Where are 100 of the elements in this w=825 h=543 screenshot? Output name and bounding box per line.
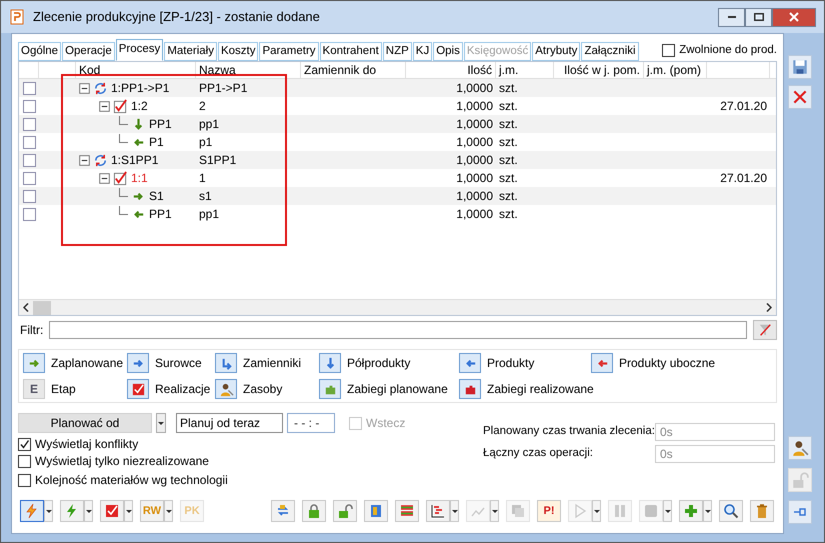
tab[interactable]: NZP [382, 42, 412, 61]
dropdown-button[interactable] [663, 500, 672, 522]
maximize-button[interactable] [745, 8, 772, 26]
tree-line [119, 206, 128, 214]
row-checkbox[interactable] [22, 136, 36, 148]
tab[interactable]: Opis [433, 42, 463, 61]
toolbar-button[interactable] [426, 500, 450, 522]
table-cell-text: 1,0000 [455, 80, 494, 97]
legend-label: Zabiegi planowane [347, 381, 448, 398]
dropdown-button[interactable] [84, 500, 93, 522]
dropdown-button[interactable] [703, 500, 712, 522]
collapse-icon[interactable] [79, 154, 90, 166]
table-cell-text: szt. [498, 98, 519, 115]
checkbox[interactable] [662, 44, 676, 57]
tab[interactable]: KJ [412, 42, 432, 61]
time-field[interactable]: - - : - [287, 413, 335, 433]
filter-label: Filtr: [19, 322, 44, 339]
table-cell-text: 27.01.20 [719, 170, 768, 187]
plan-from-button[interactable]: Planować od [18, 413, 152, 433]
checkbox-label: Wyświetlaj konflikty [35, 436, 138, 453]
checkbox[interactable] [18, 474, 31, 486]
tree-line [119, 188, 128, 196]
close-icon [791, 88, 809, 106]
scroll-left-icon[interactable] [23, 303, 29, 312]
table-cell-text: szt. [498, 134, 519, 151]
checkbox[interactable] [18, 454, 31, 468]
horizontal-scrollbar[interactable] [19, 299, 776, 315]
tab[interactable]: Materiały [164, 42, 217, 61]
table-cell-text: pp1 [198, 206, 220, 223]
row-code: PP1 [149, 116, 172, 133]
trash-icon [754, 503, 770, 519]
dropdown-button[interactable] [44, 500, 53, 522]
refresh-icon [93, 152, 108, 168]
table-cell-text: S1PP1 [198, 152, 238, 169]
collapse-icon[interactable] [79, 82, 90, 94]
dropdown-button[interactable] [164, 500, 173, 522]
checkbox-label: Wstecz [366, 415, 406, 432]
caret-icon [492, 510, 498, 512]
scrollbar-thumb[interactable] [33, 300, 51, 314]
tab[interactable]: Parametry [259, 42, 319, 61]
close-button[interactable] [772, 8, 816, 26]
duration-field: 0s [655, 445, 775, 463]
dropdown-button[interactable] [450, 500, 459, 522]
table-cell-text: szt. [498, 188, 519, 205]
minimize-button[interactable] [718, 8, 745, 26]
dropdown-button[interactable] [490, 500, 499, 522]
row-checkbox[interactable] [22, 190, 36, 202]
table-cell-text: pp1 [198, 116, 220, 133]
table-cell-text: szt. [498, 80, 519, 97]
copy-icon [510, 503, 526, 519]
table-cell-text: szt. [498, 116, 519, 133]
save-button[interactable] [788, 55, 812, 79]
collapse-icon[interactable] [99, 172, 110, 184]
column-header: Ilość w j. pom. [554, 62, 644, 78]
checkbox-label: Kolejność materiałów wg technologii [35, 472, 228, 489]
table-cell-text: s1 [198, 188, 213, 205]
legend-label: Zabiegi realizowane [487, 381, 594, 398]
row-checkbox[interactable] [22, 82, 36, 94]
caret-icon [126, 510, 132, 512]
tab[interactable]: Załączniki [581, 42, 639, 61]
caret-icon [86, 510, 92, 512]
table-cell-text: 1,0000 [455, 134, 494, 151]
tab[interactable]: Kontrahent [320, 42, 382, 61]
toolbar-button[interactable] [788, 436, 812, 460]
cancel-button[interactable] [788, 85, 812, 109]
legend-label: Półprodukty [347, 355, 410, 372]
search-icon [723, 503, 739, 519]
plan-mode-field[interactable]: Planuj od teraz [176, 413, 283, 433]
dropdown-button[interactable] [592, 500, 601, 522]
tab[interactable]: Procesy [116, 39, 164, 61]
refresh-icon [93, 80, 108, 96]
row-checkbox[interactable] [22, 154, 36, 166]
tab[interactable]: Atrybuty [532, 42, 580, 61]
caret-icon [452, 510, 458, 512]
tab[interactable]: Koszty [218, 42, 258, 61]
pin-button[interactable] [788, 500, 812, 524]
filter-field[interactable] [49, 321, 747, 339]
toolbar-button[interactable]: P! [537, 500, 561, 522]
row-checkbox[interactable] [22, 100, 36, 112]
column-header: Zamiennik do [301, 62, 406, 78]
maximize-icon [754, 13, 764, 21]
field-label: Łączny czas operacji: [483, 446, 594, 462]
checkbox-icon [130, 382, 146, 396]
dropdown-button[interactable] [124, 500, 133, 522]
checkbox-icon [104, 503, 120, 519]
checkbox[interactable] [18, 438, 31, 450]
toolbar-button[interactable] [719, 500, 743, 522]
dropdown-button[interactable] [156, 413, 166, 433]
scroll-right-icon[interactable] [766, 303, 772, 312]
collapse-icon[interactable] [99, 100, 110, 112]
row-checkbox[interactable] [22, 208, 36, 220]
table-cell-text: PP1->P1 [198, 80, 248, 97]
row-code: S1 [149, 188, 164, 205]
save-icon [791, 58, 809, 76]
clear-filter-button[interactable] [753, 320, 777, 340]
tab[interactable]: Operacje [62, 42, 115, 61]
column-header: Nazwa [196, 62, 301, 78]
tab[interactable]: Ogólne [18, 42, 62, 61]
row-checkbox[interactable] [22, 118, 36, 130]
row-checkbox[interactable] [22, 172, 36, 184]
